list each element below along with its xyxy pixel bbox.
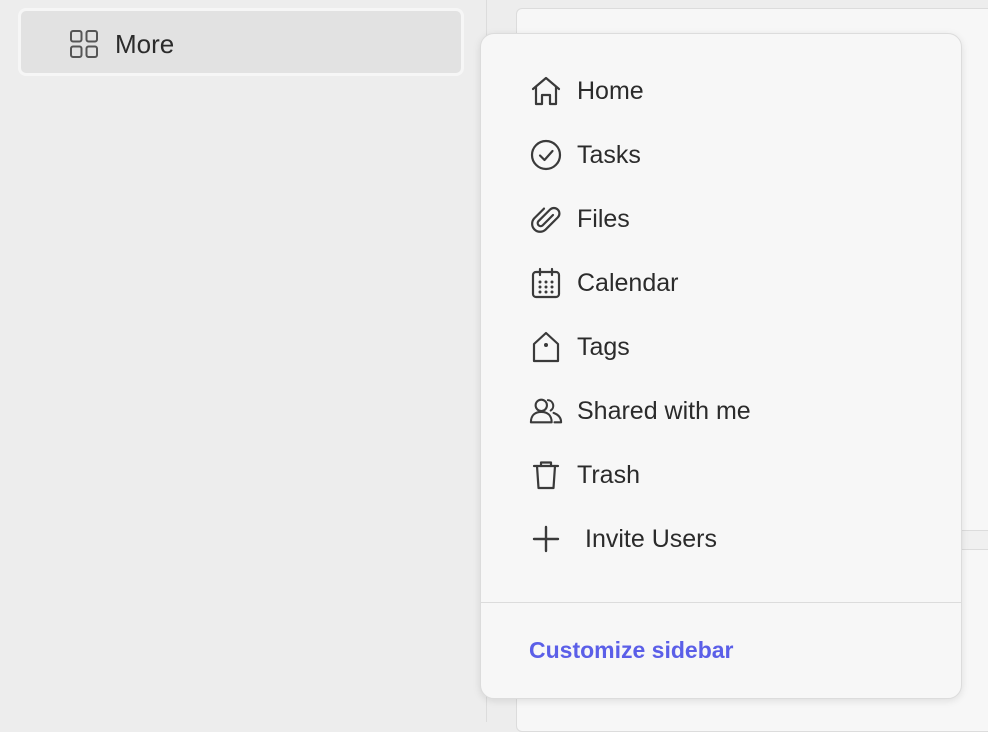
menu-item-files[interactable]: Files xyxy=(529,195,929,243)
grid-icon xyxy=(69,29,99,59)
tag-icon xyxy=(529,330,563,364)
menu-item-tags[interactable]: Tags xyxy=(529,323,929,371)
more-dropdown-menu: Home Tasks Files Calendar Tags Shared wi… xyxy=(480,33,962,699)
home-icon xyxy=(529,74,563,108)
menu-item-invite-users[interactable]: Invite Users xyxy=(529,515,929,563)
sidebar: More xyxy=(0,0,487,722)
content-divider xyxy=(960,530,988,550)
menu-item-label: Tags xyxy=(577,333,630,361)
menu-item-label: Home xyxy=(577,77,644,105)
check-circle-icon xyxy=(529,138,563,172)
customize-sidebar-link[interactable]: Customize sidebar xyxy=(529,635,734,665)
sidebar-item-more[interactable]: More xyxy=(18,8,464,76)
menu-item-tasks[interactable]: Tasks xyxy=(529,131,929,179)
menu-item-home[interactable]: Home xyxy=(529,67,929,115)
sidebar-item-label: More xyxy=(115,29,175,59)
menu-item-label: Files xyxy=(577,205,630,233)
menu-item-label: Tasks xyxy=(577,141,641,169)
menu-item-label: Invite Users xyxy=(585,525,717,553)
calendar-icon xyxy=(529,266,563,300)
paperclip-icon xyxy=(529,202,563,236)
menu-item-trash[interactable]: Trash xyxy=(529,451,929,499)
trash-icon xyxy=(529,458,563,492)
menu-item-label: Shared with me xyxy=(577,397,751,425)
menu-item-label: Trash xyxy=(577,461,640,489)
menu-item-label: Calendar xyxy=(577,269,679,297)
users-icon xyxy=(529,394,563,428)
menu-divider xyxy=(481,602,961,603)
menu-item-calendar[interactable]: Calendar xyxy=(529,259,929,307)
plus-icon xyxy=(529,522,563,556)
menu-item-shared-with-me[interactable]: Shared with me xyxy=(529,387,929,435)
